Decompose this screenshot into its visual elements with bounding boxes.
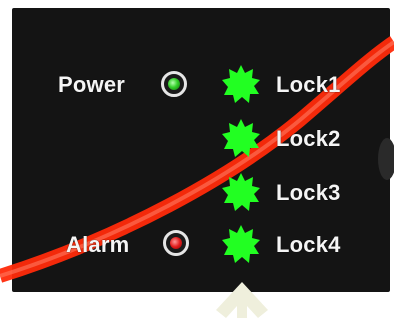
side-knob [378,138,394,180]
alarm-led-icon [163,230,189,256]
lock2-label: Lock2 [276,126,341,151]
lock2-led-icon [222,119,260,157]
red-light-stripe [0,36,394,283]
lock1-led-icon [222,65,260,103]
power-led-dot [168,78,180,90]
power-led-icon [161,71,187,97]
alarm-label: Alarm [66,232,130,257]
lock4-label: Lock4 [276,232,341,257]
lock4-led-icon [222,225,260,263]
up-arrow-icon [216,282,268,318]
lock1-label: Lock1 [276,72,341,97]
device-panel-photo: Power Alarm Lock1 Lock2 Lock3 Lock4 [0,0,394,318]
alarm-led-dot [170,237,182,249]
lock3-led-icon [222,173,260,211]
lock3-label: Lock3 [276,180,341,205]
power-label: Power [58,72,126,97]
